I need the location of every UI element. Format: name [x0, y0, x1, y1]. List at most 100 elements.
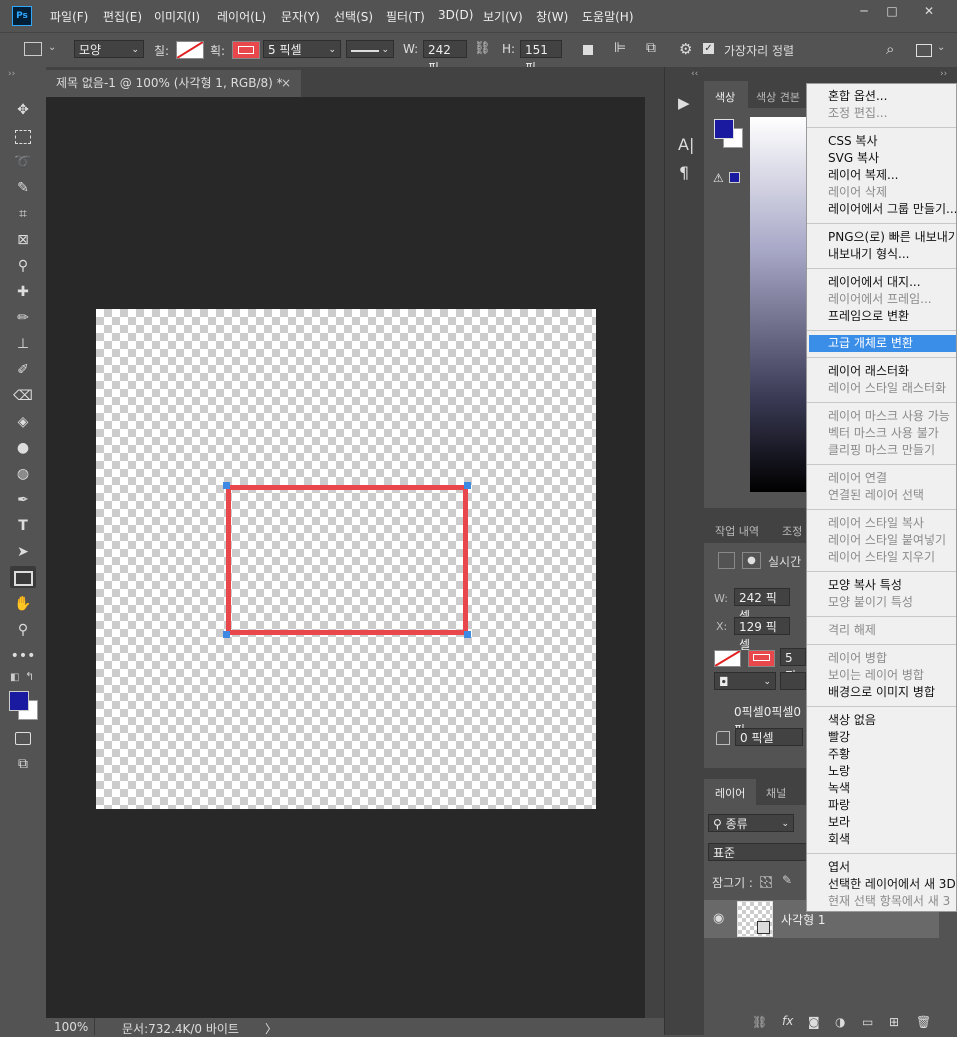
hand-tool-icon[interactable]: ✋ [10, 593, 36, 615]
menu-view[interactable]: 보기(V) [483, 8, 523, 25]
menu-copy-svg[interactable]: SVG 복사 [828, 150, 879, 167]
menu-postcard[interactable]: 엽서 [828, 859, 850, 876]
menu-color-blue[interactable]: 파랑 [828, 797, 850, 814]
menu-color-gray[interactable]: 회색 [828, 831, 850, 848]
menu-3d[interactable]: 3D(D) [438, 8, 473, 22]
prop-fill-swatch[interactable] [714, 650, 741, 667]
menu-color-violet[interactable]: 보라 [828, 814, 850, 831]
menu-copy-css[interactable]: CSS 복사 [828, 133, 878, 150]
maximize-button[interactable]: □ [880, 2, 904, 20]
frame-tool-icon[interactable]: ⊠ [10, 229, 36, 251]
document-tab[interactable]: 제목 없음-1 @ 100% (사각형 1, RGB/8) * × [46, 70, 301, 97]
panel-foreground-swatch[interactable] [714, 119, 734, 139]
layers-tab[interactable]: 레이어 [715, 785, 745, 801]
stroke-swatch[interactable] [232, 41, 260, 59]
collapse-toolbar-icon[interactable]: ›› [8, 69, 15, 79]
transform-handle-top-left[interactable] [223, 482, 230, 489]
link-icon[interactable]: ⛓ [474, 41, 491, 56]
link-layers-icon[interactable]: ⛓ [752, 1015, 767, 1029]
actions-play-icon[interactable]: ▶ [678, 94, 690, 112]
menu-new-3d-from-layer[interactable]: 선택한 레이어에서 새 3D [828, 876, 956, 893]
workspace-icon[interactable] [916, 44, 932, 57]
transform-handle-bottom-left[interactable] [223, 631, 230, 638]
zoom-level[interactable]: 100% [54, 1020, 88, 1034]
new-group-icon[interactable]: ▭ [862, 1015, 873, 1029]
rectangle-tool-preset-icon[interactable] [24, 42, 42, 56]
menu-color-yellow[interactable]: 노랑 [828, 763, 850, 780]
eyedropper-tool-icon[interactable]: ⚲ [10, 255, 36, 277]
quick-selection-tool-icon[interactable]: ✎ [10, 177, 36, 199]
prop-stroke-swatch[interactable] [748, 650, 775, 667]
default-colors-icon[interactable]: ◧ [10, 672, 19, 683]
expand-panels-icon[interactable]: ›› [940, 69, 947, 79]
menu-artboard-from-layers[interactable]: 레이어에서 대지... [828, 274, 921, 291]
stroke-size-field[interactable]: 5 픽셀 ⌄ [263, 40, 341, 58]
height-field[interactable]: 151 픽 [520, 40, 562, 75]
adjustment-layer-icon[interactable]: ◑ [835, 1015, 845, 1029]
mode-select[interactable]: 모양 ⌄ [74, 40, 144, 58]
width-field[interactable]: 242 픽 [423, 40, 467, 75]
history-tab[interactable]: 작업 내역 [715, 523, 759, 539]
menu-filter[interactable]: 필터(T) [386, 8, 425, 25]
workspace-chevron-icon[interactable]: ⌄ [937, 42, 945, 53]
document-tab-close-button[interactable]: × [281, 70, 291, 97]
type-tool-icon[interactable]: T [10, 515, 36, 537]
status-menu-arrow[interactable]: 〉 [265, 1020, 277, 1037]
rectangle-shape[interactable] [226, 485, 468, 635]
transform-handle-top-right[interactable] [464, 482, 471, 489]
path-alignment-icon[interactable]: ⊫ [614, 40, 626, 56]
blend-mode-select[interactable]: 표준 [708, 843, 808, 861]
mask-properties-icon[interactable]: ● [742, 552, 761, 569]
lock-transparency-icon[interactable] [760, 876, 772, 888]
layer-visibility-eye-icon[interactable]: ◉ [713, 911, 724, 926]
more-tools-icon[interactable]: ••• [10, 645, 36, 667]
menu-group-from-layers[interactable]: 레이어에서 그룹 만들기... [828, 201, 956, 218]
transform-handle-bottom-right[interactable] [464, 631, 471, 638]
rectangle-tool-icon[interactable] [10, 566, 36, 588]
menu-layer[interactable]: 레이어(L) [217, 8, 266, 25]
lock-pixels-icon[interactable]: ✎ [782, 873, 792, 887]
zoom-tool-icon[interactable]: ⚲ [10, 619, 36, 641]
minimize-button[interactable]: ─ [852, 2, 876, 20]
trash-icon[interactable]: 🗑 [916, 1015, 931, 1029]
chevron-down-icon[interactable]: ⌄ [48, 42, 56, 53]
menu-flatten-image[interactable]: 배경으로 이미지 병합 [828, 684, 935, 701]
menu-edit[interactable]: 편집(E) [103, 8, 142, 25]
vertical-scrollbar[interactable] [645, 97, 664, 1018]
menu-quick-export-png[interactable]: PNG으(로) 빠른 내보내기 [828, 229, 956, 246]
foreground-color-swatch[interactable] [9, 691, 29, 711]
paint-bucket-tool-icon[interactable]: ◈ [10, 411, 36, 433]
quick-mask-icon[interactable] [10, 727, 36, 749]
path-selection-tool-icon[interactable]: ➤ [10, 541, 36, 563]
prop-corner-values[interactable]: 0픽셀0픽셀0픽 [730, 703, 806, 737]
menu-type[interactable]: 문자(Y) [281, 8, 320, 25]
collapse-strip-icon[interactable]: ‹‹ [691, 69, 698, 79]
menu-help[interactable]: 도움말(H) [582, 8, 634, 25]
menu-file[interactable]: 파일(F) [50, 8, 88, 25]
menu-color-none[interactable]: 색상 없음 [828, 712, 876, 729]
menu-rasterize-layer[interactable]: 레이어 래스터화 [828, 363, 909, 380]
healing-brush-tool-icon[interactable]: ✚ [10, 281, 36, 303]
menu-color-orange[interactable]: 주황 [828, 746, 850, 763]
prop-width-field[interactable]: 242 픽셀 [734, 588, 790, 623]
adjustments-tab[interactable]: 조정 [782, 523, 802, 539]
new-layer-icon[interactable]: ⊞ [889, 1015, 899, 1029]
add-mask-icon[interactable]: ◙ [808, 1015, 820, 1029]
gear-icon[interactable]: ⚙ [679, 40, 692, 58]
menu-color-green[interactable]: 녹색 [828, 780, 850, 797]
search-icon[interactable]: ⌕ [886, 40, 894, 58]
screen-mode-icon[interactable]: ⧉ [10, 753, 36, 775]
menu-color-red[interactable]: 빨강 [828, 729, 850, 746]
layer-name[interactable]: 사각형 1 [781, 911, 826, 928]
menu-convert-to-frame[interactable]: 프레임으로 변환 [828, 308, 909, 325]
swatches-tab[interactable]: 색상 견본 [756, 89, 800, 105]
menu-convert-to-smart-object[interactable]: 고급 개체로 변환 [828, 335, 913, 352]
crop-tool-icon[interactable]: ⌗ [10, 203, 36, 225]
prop-stroke-size[interactable]: 5 픽 [780, 648, 806, 683]
color-tab[interactable]: 색상 [715, 89, 735, 105]
brush-tool-icon[interactable]: ✏ [10, 307, 36, 329]
prop-corner-radius-field[interactable]: 0 픽셀 [735, 728, 803, 746]
character-panel-icon[interactable]: A| [678, 135, 694, 154]
menu-export-as[interactable]: 내보내기 형식... [828, 246, 910, 263]
close-window-button[interactable]: ✕ [917, 2, 941, 20]
